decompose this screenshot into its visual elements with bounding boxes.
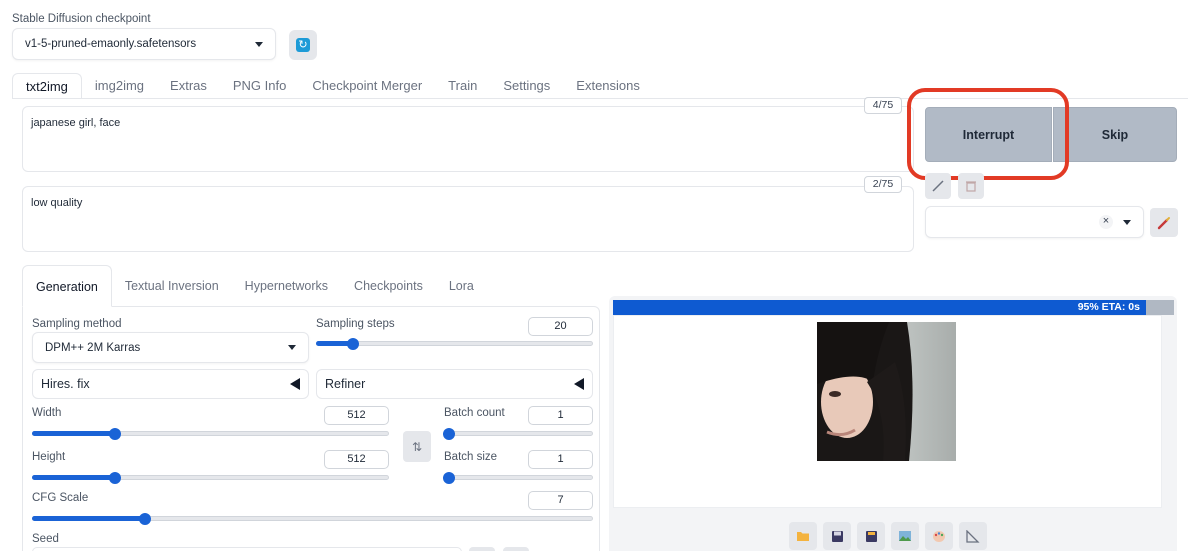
refiner-label: Refiner <box>325 377 366 391</box>
collapse-triangle-icon <box>290 378 300 390</box>
slider-handle[interactable] <box>347 337 359 350</box>
pencil-icon <box>932 180 944 192</box>
width-slider[interactable] <box>32 427 389 440</box>
checkpoint-select[interactable]: v1-5-pruned-emaonly.safetensors <box>12 28 276 60</box>
batch-size-input[interactable]: 1 <box>528 450 593 469</box>
refresh-checkpoint-button[interactable]: ↻ <box>289 30 317 60</box>
cfg-scale-slider[interactable] <box>32 512 593 525</box>
edit-style-button[interactable] <box>925 173 951 199</box>
send-to-img2img-button[interactable] <box>891 522 919 550</box>
tab-settings[interactable]: Settings <box>490 73 563 99</box>
swap-dimensions-button[interactable]: ⇅ <box>403 431 431 462</box>
slider-fill <box>32 431 114 436</box>
reuse-seed-button[interactable] <box>503 547 529 551</box>
prompt-token-counter: 4/75 <box>864 97 902 114</box>
send-to-extras-button[interactable] <box>959 522 987 550</box>
image-icon <box>899 531 911 541</box>
hires-fix-label: Hires. fix <box>41 377 90 391</box>
trash-icon <box>966 181 976 192</box>
checkpoint-label: Stable Diffusion checkpoint <box>12 13 151 25</box>
progress-bar: 95% ETA: 0s <box>613 300 1174 315</box>
swap-icon: ⇅ <box>411 439 423 454</box>
sampling-steps-label: Sampling steps <box>316 318 395 330</box>
prompt-textarea[interactable]: japanese girl, face <box>22 106 914 172</box>
portrait-image <box>817 322 956 461</box>
width-label: Width <box>32 407 62 419</box>
slider-handle[interactable] <box>443 471 455 484</box>
tab-hypernetworks[interactable]: Hypernetworks <box>232 265 341 307</box>
hires-fix-accordion[interactable]: Hires. fix <box>32 369 309 399</box>
sampling-steps-input[interactable]: 20 <box>528 317 593 336</box>
width-input[interactable]: 512 <box>324 406 389 425</box>
batch-size-label: Batch size <box>444 451 498 463</box>
slider-fill <box>32 516 144 521</box>
cfg-scale-input[interactable]: 7 <box>528 491 593 510</box>
chevron-down-icon <box>255 41 263 47</box>
palette-icon <box>933 530 945 542</box>
save-icon <box>831 530 843 542</box>
sub-tabbar: Generation Textual Inversion Hypernetwor… <box>22 265 487 307</box>
tab-png-info[interactable]: PNG Info <box>220 73 299 99</box>
zip-icon <box>865 530 877 542</box>
refiner-accordion[interactable]: Refiner <box>316 369 593 399</box>
seed-label: Seed <box>32 533 59 545</box>
slider-handle[interactable] <box>109 471 121 484</box>
tab-txt2img[interactable]: txt2img <box>12 73 82 99</box>
slider-handle[interactable] <box>443 427 455 440</box>
main-tabbar: txt2img img2img Extras PNG Info Checkpoi… <box>12 73 653 99</box>
apply-style-button[interactable] <box>1150 208 1178 237</box>
tab-train[interactable]: Train <box>435 73 490 99</box>
seed-input[interactable] <box>32 547 462 551</box>
tab-generation[interactable]: Generation <box>22 265 112 307</box>
height-label: Height <box>32 451 66 463</box>
chevron-down-icon <box>1123 219 1131 225</box>
output-toolbar <box>789 522 987 550</box>
paintbrush-icon <box>1157 216 1170 229</box>
styles-dropdown[interactable]: × <box>925 206 1144 238</box>
trash-style-button[interactable] <box>958 173 984 199</box>
highlight-annotation <box>907 88 1069 180</box>
slider-fill <box>32 475 114 480</box>
cfg-scale-label: CFG Scale <box>32 492 89 504</box>
chevron-down-icon <box>288 345 296 350</box>
negative-prompt-token-counter: 2/75 <box>864 176 902 193</box>
progress-fill: 95% ETA: 0s <box>613 300 1146 315</box>
tab-extras[interactable]: Extras <box>157 73 220 99</box>
sampling-steps-slider[interactable] <box>316 337 593 350</box>
refresh-icon: ↻ <box>296 38 310 52</box>
generated-image[interactable] <box>817 322 956 461</box>
checkpoint-value: v1-5-pruned-emaonly.safetensors <box>25 38 197 50</box>
random-seed-button[interactable] <box>469 547 495 551</box>
tab-extensions[interactable]: Extensions <box>563 73 653 99</box>
slider-handle[interactable] <box>109 427 121 440</box>
height-input[interactable]: 512 <box>324 450 389 469</box>
batch-count-slider[interactable] <box>443 427 593 440</box>
batch-count-label: Batch count <box>444 407 505 419</box>
negative-prompt-textarea[interactable]: low quality <box>22 186 914 252</box>
tab-lora[interactable]: Lora <box>436 265 487 307</box>
skip-button[interactable]: Skip <box>1053 107 1177 162</box>
open-folder-button[interactable] <box>789 522 817 550</box>
tab-checkpoints[interactable]: Checkpoints <box>341 265 436 307</box>
sampling-method-select[interactable]: DPM++ 2M Karras <box>32 332 309 363</box>
batch-count-input[interactable]: 1 <box>528 406 593 425</box>
slider-handle[interactable] <box>139 512 151 525</box>
collapse-triangle-icon <box>574 378 584 390</box>
batch-size-slider[interactable] <box>443 471 593 484</box>
tab-checkpoint-merger[interactable]: Checkpoint Merger <box>299 73 435 99</box>
send-to-inpaint-button[interactable] <box>925 522 953 550</box>
folder-icon <box>797 532 809 541</box>
sampling-method-label: Sampling method <box>32 318 122 330</box>
progress-text: 95% ETA: 0s <box>1077 301 1140 313</box>
tab-textual-inversion[interactable]: Textual Inversion <box>112 265 232 307</box>
tab-img2img[interactable]: img2img <box>82 73 157 99</box>
sampling-method-value: DPM++ 2M Karras <box>45 341 141 354</box>
ruler-icon <box>966 529 980 543</box>
height-slider[interactable] <box>32 471 389 484</box>
save-button[interactable] <box>823 522 851 550</box>
clear-styles-icon[interactable]: × <box>1099 215 1113 229</box>
zip-button[interactable] <box>857 522 885 550</box>
